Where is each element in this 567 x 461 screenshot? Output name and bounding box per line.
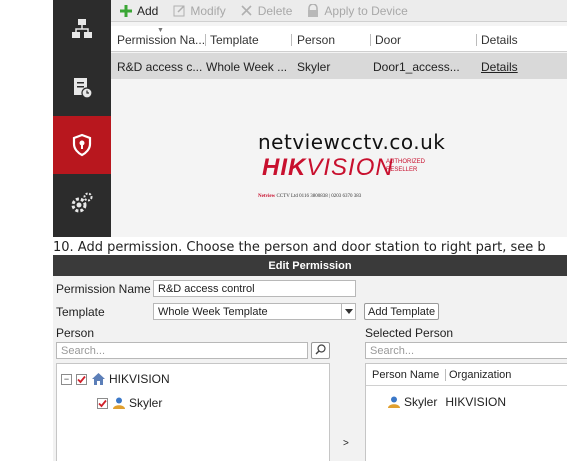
column-details[interactable]: Details [481,33,518,47]
column-divider [476,34,477,46]
apply-to-device-label: Apply to Device [324,3,408,18]
selected-list-header: Person Name Organization [366,364,567,386]
person-search-input[interactable]: Search... [56,342,308,359]
add-template-button[interactable]: Add Template [364,303,440,320]
column-divider [370,34,371,46]
watermark-logo: HIKVISION [262,154,394,182]
person-icon [388,396,400,408]
collapse-icon[interactable]: − [61,373,72,385]
person-icon [113,397,125,409]
list-item[interactable]: Skyler HIKVISION [388,395,506,409]
delete-label: Delete [257,3,293,18]
column-organization[interactable]: Organization [449,369,511,381]
step-instruction: 10. Add permission. Choose the person an… [53,240,546,255]
access-record-icon [70,75,94,99]
move-right-button[interactable]: > [343,438,349,449]
delete-button[interactable]: Delete [240,3,293,18]
person-tree: − HIKVISION Skyler [56,363,330,461]
column-person-name[interactable]: Person Name [372,369,439,381]
column-person[interactable]: Person [297,33,335,47]
organization-icon [70,17,94,41]
column-divider [291,34,292,46]
permission-name-label: Permission Name [56,282,151,296]
watermark-contact: Netview CCTV Ltd 0116 3800838 | 0203 637… [258,194,362,199]
tree-node-organization[interactable]: − HIKVISION [61,372,170,386]
watermark: netviewcctv.co.uk HIKVISION AUTHORIZED RE… [258,130,488,210]
tree-person-label: Skyler [129,396,163,410]
chevron-down-icon[interactable] [341,304,355,319]
column-door[interactable]: Door [375,33,401,47]
checkbox-person[interactable] [97,397,108,409]
template-label: Template [56,305,105,319]
sidebar-item-records[interactable] [53,58,111,116]
selected-person-name: Skyler [404,395,438,409]
cell-template: Whole Week ... [206,60,288,74]
modify-label: Modify [190,3,226,18]
details-link[interactable]: Details [481,60,518,74]
selected-person-search-input[interactable]: Search... [365,342,567,359]
selected-person-label: Selected Person [365,326,454,340]
watermark-site: netviewcctv.co.uk [258,130,446,154]
modify-icon [172,4,186,18]
cell-door: Door1_access... [373,60,460,74]
watermark-authorized: AUTHORIZED RESELLER [386,159,425,173]
column-divider [445,369,446,381]
cell-permission-name: R&D access c... [117,60,203,74]
watermark-brand-a: HIK [262,154,307,181]
selected-search-placeholder: Search... [370,344,415,357]
settings-icon [69,190,95,216]
checkbox-organization[interactable] [76,373,87,385]
column-divider [205,34,206,46]
search-icon [315,343,326,358]
sidebar-item-settings[interactable] [53,174,111,232]
tree-org-label: HIKVISION [109,372,170,386]
sidebar-item-organization[interactable] [53,0,111,58]
add-label: Add [137,3,159,18]
apply-device-icon [306,4,320,18]
access-control-icon [71,133,93,157]
template-select[interactable]: Whole Week Template [153,303,356,320]
template-value: Whole Week Template [158,305,268,318]
column-permission-name[interactable]: Permission Na... [117,33,205,47]
home-icon [92,373,105,385]
permission-name-input[interactable]: R&D access control [153,280,356,297]
search-button[interactable] [311,342,330,359]
permission-panel: Add Modify Delete Apply to Device ▼ Perm… [111,0,567,237]
sidebar-item-access-control[interactable] [53,116,111,174]
edit-permission-dialog: Edit Permission Permission Name R&D acce… [53,255,567,461]
permission-screen: Add Modify Delete Apply to Device ▼ Perm… [53,0,567,237]
apply-to-device-button[interactable]: Apply to Device [306,3,408,18]
table-row[interactable]: R&D access c... Whole Week ... Skyler Do… [111,53,567,79]
dialog-title: Edit Permission [53,255,567,276]
delete-icon [240,4,254,18]
toolbar: Add Modify Delete Apply to Device [111,0,567,22]
tree-node-person[interactable]: Skyler [97,396,162,410]
add-button[interactable]: Add [119,4,158,18]
cell-person: Skyler [297,60,331,74]
column-template[interactable]: Template [210,33,259,47]
person-label: Person [56,326,95,340]
add-icon [119,4,133,18]
permission-table-header: ▼ Permission Na... Template Person Door … [111,26,567,52]
watermark-brand-b: VISION [306,154,394,181]
selected-person-list: Person Name Organization Skyler HIKVISIO… [365,363,567,461]
person-search-placeholder: Search... [61,344,106,357]
sidebar [53,0,111,237]
selected-person-org: HIKVISION [445,395,507,409]
modify-button[interactable]: Modify [172,3,226,18]
